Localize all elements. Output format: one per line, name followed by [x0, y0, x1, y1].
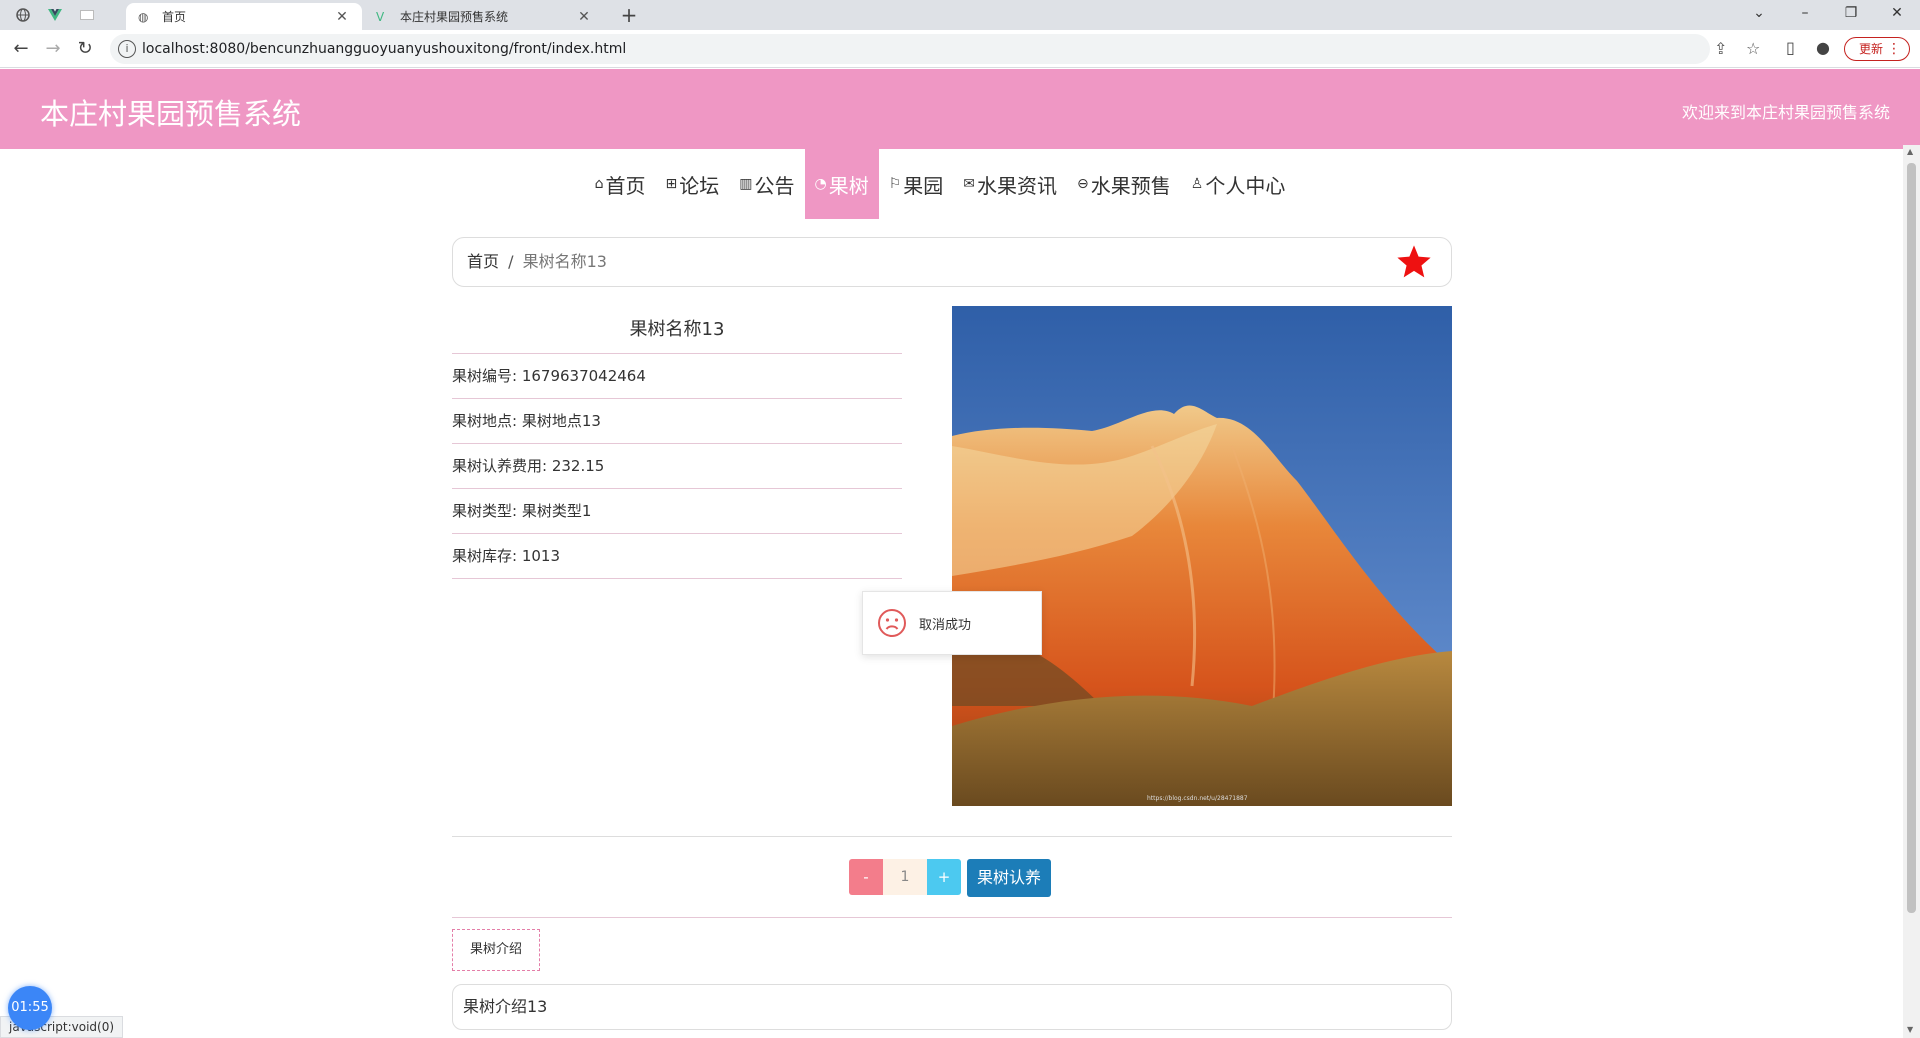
cart-icon: ⊖ — [1077, 176, 1089, 192]
nav-label: 个人中心 — [1205, 173, 1286, 198]
pinned-tab-blank[interactable] — [72, 4, 102, 26]
tab-intro[interactable]: 果树介绍 — [452, 929, 540, 971]
recording-timer: 01:55 — [8, 986, 52, 1030]
side-panel-icon[interactable]: ▯ — [1786, 38, 1795, 57]
close-window-button[interactable]: ✕ — [1880, 0, 1914, 30]
nav-item-home[interactable]: ⌂ 首页 — [585, 149, 656, 219]
update-label: 更新 — [1859, 42, 1884, 56]
nav-label: 公告 — [754, 173, 795, 198]
vue-logo-icon — [48, 9, 62, 21]
detail-row-fee: 果树认养费用: 232.15 — [452, 444, 902, 489]
toast-notification: 取消成功 — [862, 591, 1042, 655]
back-button[interactable]: ← — [8, 36, 34, 62]
profile-icon[interactable]: ● — [1816, 38, 1830, 57]
more-menu-icon[interactable]: ⋮ — [1887, 38, 1901, 60]
breadcrumb-separator: / — [508, 252, 514, 271]
nav-item-forum[interactable]: ⊞ 论坛 — [656, 149, 730, 219]
close-icon[interactable]: ✕ — [334, 9, 350, 25]
reload-button[interactable]: ↻ — [72, 36, 98, 62]
intro-content: 果树介绍13 — [452, 984, 1452, 1030]
detail-row-stock: 果树库存: 1013 — [452, 534, 902, 579]
address-url: localhost:8080/bencunzhuangguoyuanyushou… — [142, 41, 627, 57]
new-tab-button[interactable]: + — [616, 3, 642, 27]
tab-search-button[interactable]: ⌄ — [1742, 0, 1776, 30]
favorite-star-icon[interactable] — [1395, 243, 1433, 281]
sad-face-icon — [878, 609, 906, 637]
share-icon[interactable]: ⇪ — [1714, 39, 1727, 58]
address-bar[interactable]: i localhost:8080/bencunzhuangguoyuanyush… — [110, 34, 1760, 64]
flag-icon: ⚐ — [888, 176, 902, 192]
image-watermark: https://blog.csdn.net/u/28471887 — [1147, 795, 1248, 802]
globe-icon — [16, 8, 30, 22]
browser-toolbar: ← → ↻ i localhost:8080/bencunzhuangguoyu… — [0, 30, 1920, 68]
nav-label: 果树 — [828, 173, 869, 198]
pinned-tab-globe[interactable] — [8, 4, 38, 26]
home-icon: ⌂ — [594, 176, 604, 192]
welcome-text: 欢迎来到本庄村果园预售系统 — [1681, 103, 1890, 122]
page-content: 本庄村果园预售系统 欢迎来到本庄村果园预售系统 ⌂ 首页 ⊞ 论坛 ▥ 公告 ◔… — [0, 69, 1920, 1038]
nav-item-orchard[interactable]: ⚐ 果园 — [879, 149, 954, 219]
vue-logo-icon: V — [376, 9, 385, 24]
minimize-button[interactable]: – — [1788, 0, 1822, 30]
blank-page-icon — [80, 10, 94, 20]
info-icon[interactable]: i — [118, 40, 136, 58]
site-title: 本庄村果园预售系统 — [40, 97, 302, 131]
detail-row-location: 果树地点: 果树地点13 — [452, 399, 902, 444]
nav-label: 首页 — [605, 173, 646, 198]
detail-row-id: 果树编号: 1679637042464 — [452, 354, 902, 399]
scroll-up-icon[interactable]: ▲ — [1907, 147, 1913, 156]
nav-label: 果园 — [903, 173, 944, 198]
globe-icon: ◍ — [138, 9, 149, 24]
notice-icon: ▥ — [739, 176, 753, 192]
nav-item-fruit-presale[interactable]: ⊖ 水果预售 — [1067, 149, 1181, 219]
quantity-stepper: - 1 + 果树认养 — [849, 859, 1052, 897]
site-header: 本庄村果园预售系统 欢迎来到本庄村果园预售系统 — [0, 69, 1920, 149]
tab-title: 首页 — [162, 10, 187, 24]
forward-button[interactable]: → — [40, 36, 66, 62]
quantity-input[interactable]: 1 — [883, 859, 927, 895]
nav-item-user-center[interactable]: ♙ 个人中心 — [1181, 149, 1296, 219]
adopt-tree-button[interactable]: 果树认养 — [967, 859, 1052, 897]
quantity-decrease-button[interactable]: - — [849, 859, 883, 895]
close-icon[interactable]: ✕ — [576, 9, 592, 25]
divider — [452, 917, 1452, 918]
toast-message: 取消成功 — [919, 618, 972, 633]
fruit-tree-detail: 果树名称13 果树编号: 1679637042464 果树地点: 果树地点13 … — [452, 306, 902, 579]
breadcrumb: 首页 / 果树名称13 — [452, 237, 1452, 287]
main-nav: ⌂ 首页 ⊞ 论坛 ▥ 公告 ◔ 果树 ⚐ 果园 ✉ 水果资讯 ⊖ 水果预售 ♙ — [0, 149, 1920, 219]
nav-item-fruit-news[interactable]: ✉ 水果资讯 — [953, 149, 1067, 219]
forum-icon: ⊞ — [665, 176, 678, 192]
tree-icon: ◔ — [814, 176, 827, 192]
mail-icon: ✉ — [963, 176, 976, 192]
tab-title: 本庄村果园预售系统 — [400, 10, 509, 24]
fruit-tree-name: 果树名称13 — [452, 306, 902, 354]
nav-label: 水果预售 — [1090, 173, 1171, 198]
page-scrollbar[interactable]: ▲ ▼ — [1903, 145, 1920, 1038]
quantity-increase-button[interactable]: + — [927, 859, 961, 895]
browser-tab-strip: ◍ 首页 ✕ V 本庄村果园预售系统 ✕ + ⌄ – ❐ ✕ — [0, 0, 1920, 30]
breadcrumb-current: 果树名称13 — [522, 252, 607, 271]
pinned-tab-vue[interactable] — [40, 4, 70, 26]
tab-system[interactable]: V 本庄村果园预售系统 ✕ — [364, 3, 604, 30]
nav-label: 水果资讯 — [977, 173, 1058, 198]
divider — [452, 836, 1452, 837]
nav-item-notice[interactable]: ▥ 公告 — [729, 149, 804, 219]
detail-row-type: 果树类型: 果树类型1 — [452, 489, 902, 534]
breadcrumb-home[interactable]: 首页 — [467, 252, 499, 271]
nav-item-fruit-tree[interactable]: ◔ 果树 — [804, 149, 879, 219]
update-button[interactable]: 更新 ⋮ — [1844, 37, 1910, 61]
tab-home[interactable]: ◍ 首页 ✕ — [126, 3, 362, 30]
nav-label: 论坛 — [679, 173, 720, 198]
user-icon: ♙ — [1190, 176, 1204, 192]
scroll-thumb[interactable] — [1907, 163, 1916, 913]
bookmark-star-icon[interactable]: ☆ — [1746, 39, 1760, 58]
scroll-down-icon[interactable]: ▼ — [1907, 1025, 1913, 1034]
restore-button[interactable]: ❐ — [1834, 0, 1868, 30]
fruit-tree-image: https://blog.csdn.net/u/28471887 — [952, 306, 1452, 806]
